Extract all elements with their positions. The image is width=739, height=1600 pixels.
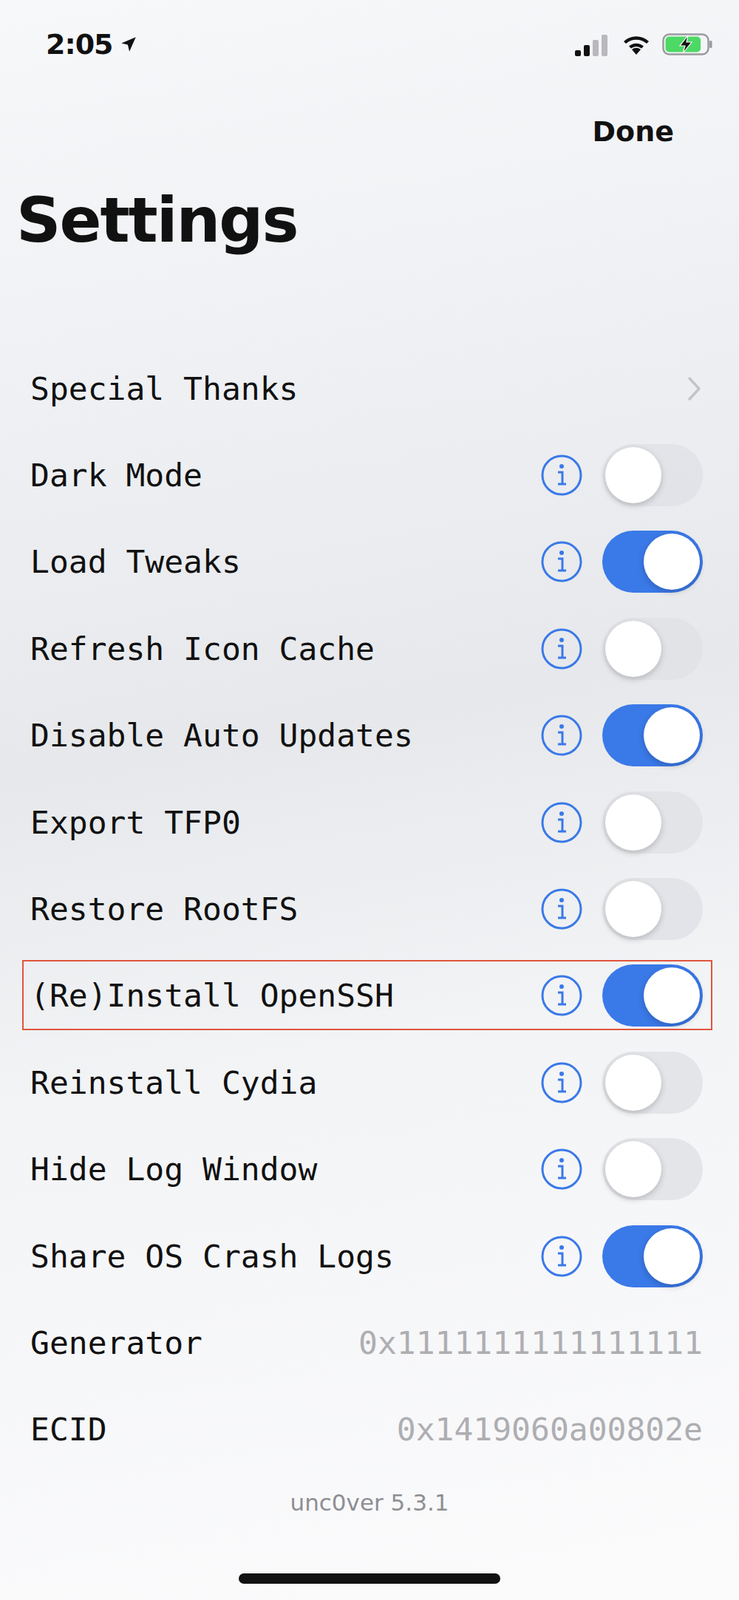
battery-icon (662, 32, 713, 57)
info-button[interactable] (539, 973, 584, 1018)
setting-label: Generator (30, 1324, 340, 1362)
setting-row[interactable]: Special Thanks (0, 345, 739, 432)
setting-row[interactable]: Dark Mode (0, 431, 739, 519)
info-button[interactable] (539, 713, 584, 758)
toggle-knob (605, 620, 662, 677)
setting-row[interactable]: Export TFP0 (0, 778, 739, 866)
setting-label: Refresh Icon Cache (30, 630, 521, 668)
setting-label: Load Tweaks (30, 543, 521, 581)
toggle-knob (605, 794, 662, 851)
nav-bar: Done (0, 88, 739, 174)
toggle-switch[interactable] (602, 1138, 703, 1201)
info-icon (539, 453, 584, 498)
info-icon (539, 1060, 584, 1105)
done-button[interactable]: Done (591, 112, 676, 151)
toggle-switch[interactable] (602, 704, 703, 767)
toggle-knob (643, 707, 700, 764)
location-arrow-icon (118, 34, 139, 54)
setting-row[interactable]: Disable Auto Updates (0, 692, 739, 779)
page-title: Settings (0, 173, 739, 267)
setting-label: Reinstall Cydia (30, 1064, 521, 1102)
setting-label: Special Thanks (30, 370, 669, 408)
setting-label: Disable Auto Updates (30, 716, 521, 754)
toggle-knob (605, 1141, 662, 1198)
setting-label: Restore RootFS (30, 890, 521, 928)
toggle-switch[interactable] (602, 1051, 703, 1114)
setting-row[interactable]: Load Tweaks (0, 518, 739, 606)
info-icon (539, 539, 584, 584)
toggle-knob (605, 1054, 662, 1111)
status-icons (574, 32, 713, 57)
setting-label: Hide Log Window (30, 1150, 521, 1188)
toggle-switch[interactable] (602, 1225, 703, 1288)
highlighted-setting-row[interactable]: (Re)Install OpenSSH (0, 952, 739, 1040)
time-group: 2:05 (45, 28, 139, 61)
setting-label: Export TFP0 (30, 804, 521, 841)
toggle-switch[interactable] (602, 444, 703, 507)
setting-row[interactable]: Reinstall Cydia (0, 1039, 739, 1126)
info-icon (539, 713, 584, 758)
setting-label: Share OS Crash Logs (30, 1237, 521, 1275)
status-time: 2:05 (45, 28, 114, 61)
toggle-switch[interactable] (602, 530, 703, 593)
home-indicator[interactable] (238, 1573, 501, 1584)
setting-label: (Re)Install OpenSSH (30, 976, 521, 1014)
home-area (0, 1573, 739, 1600)
info-icon (539, 626, 584, 672)
setting-row[interactable]: Restore RootFS (0, 865, 739, 952)
setting-row: Generator 0x1111111111111111 (0, 1299, 739, 1386)
wifi-icon (620, 32, 652, 57)
setting-row[interactable]: Hide Log Window (0, 1126, 739, 1213)
info-button[interactable] (539, 453, 584, 498)
toggle-knob (605, 447, 662, 504)
toggle-switch[interactable] (602, 617, 703, 680)
settings-screen: 2:05 Done Settings Special Thanks Dark Mode L… (0, 0, 739, 1600)
setting-row[interactable]: Share OS Crash Logs (0, 1212, 739, 1300)
info-button[interactable] (539, 1060, 584, 1105)
status-bar: 2:05 (0, 0, 739, 89)
toggle-knob (643, 967, 700, 1024)
info-button[interactable] (539, 626, 584, 672)
info-button[interactable] (539, 539, 584, 584)
setting-label: ECID (30, 1410, 379, 1448)
toggle-knob (643, 1228, 700, 1285)
setting-label: Dark Mode (30, 456, 521, 494)
info-icon (539, 1234, 584, 1279)
info-icon (539, 1146, 584, 1192)
chevron-right-icon (686, 375, 703, 403)
setting-row[interactable]: Refresh Icon Cache (0, 605, 739, 692)
info-button[interactable] (539, 886, 584, 932)
toggle-knob (605, 880, 662, 938)
signal-icon (574, 32, 611, 57)
settings-list: Special Thanks Dark Mode Load Tweaks Refres… (0, 345, 739, 1473)
info-icon (539, 886, 584, 932)
info-button[interactable] (539, 1146, 584, 1192)
toggle-knob (643, 533, 700, 590)
info-icon (539, 800, 584, 845)
toggle-switch[interactable] (602, 877, 703, 941)
setting-value: 0x1419060a00802e (396, 1410, 703, 1448)
version-footer: unc0ver 5.3.1 (0, 1483, 739, 1521)
setting-value: 0x1111111111111111 (358, 1324, 703, 1362)
toggle-switch[interactable] (602, 791, 703, 854)
setting-row: ECID 0x1419060a00802e (0, 1386, 739, 1473)
info-button[interactable] (539, 800, 584, 845)
info-icon (539, 973, 584, 1018)
toggle-switch[interactable] (602, 964, 703, 1027)
info-button[interactable] (539, 1234, 584, 1279)
